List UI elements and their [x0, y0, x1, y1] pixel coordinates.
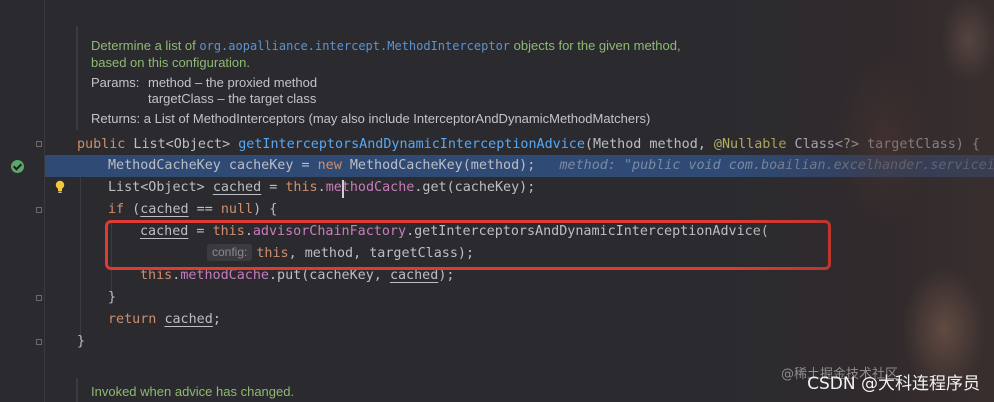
doc-line1-a: Determine a list of [91, 38, 200, 53]
lightbulb-icon[interactable] [54, 180, 66, 194]
l2-call: MethodCacheKey(method); [341, 158, 536, 173]
kw-this: this [285, 180, 318, 195]
doc-param-method: method – the proxied method [148, 75, 318, 90]
sig-method-name[interactable]: getInterceptorsAndDynamicInterceptionAdv… [238, 137, 585, 152]
sig-params-rest: Class<?> targetClass) { [786, 137, 994, 152]
code-line-if-close[interactable]: } [108, 287, 116, 309]
kw-if: if [108, 202, 125, 217]
doc-class-link[interactable]: org.aopalliance.intercept.MethodIntercep… [199, 39, 510, 53]
doc-param-target: targetClass – the target class [148, 91, 317, 106]
l3-rest: .get(cacheKey); [414, 180, 536, 195]
code-line-cachekey[interactable]: MethodCacheKey cacheKey = new MethodCach… [108, 155, 994, 177]
fold-marker-method-end[interactable] [36, 339, 42, 345]
doc-returns-label: Returns: [91, 111, 141, 126]
code-line-get-cached[interactable]: List<Object> cached = this.methodCache.g… [108, 177, 535, 199]
code-line-if[interactable]: if (cached == null) { [108, 199, 277, 221]
debug-inline-value: method: "public void com.boailian.excelh… [559, 158, 994, 173]
l8-brace: } [108, 290, 117, 305]
sig-return-type: List<Object> [125, 137, 239, 152]
watermark-csdn: CSDN @大科连程序员 [807, 374, 980, 394]
l4-open: ( [124, 202, 141, 217]
indent-guide-1 [80, 156, 81, 340]
javadoc-next-method: Invoked when advice has changed. [76, 378, 294, 402]
l7-var-cached: cached [389, 268, 439, 283]
sig-annotation: @Nullable [713, 137, 787, 152]
code-line-return[interactable]: return cached; [108, 309, 221, 331]
fold-marker-if-end[interactable] [36, 295, 42, 301]
code-editor[interactable]: Determine a list of org.aopalliance.inte… [0, 0, 994, 402]
l7-field: methodCache [180, 268, 269, 283]
l4-eq: == [188, 202, 221, 217]
l10-brace: } [77, 334, 86, 349]
kw-public: public [77, 137, 126, 152]
editor-background-image [734, 0, 994, 402]
l4-var-cached: cached [140, 202, 189, 217]
l2-decl: MethodCacheKey cacheKey = [108, 158, 318, 173]
code-line-signature[interactable]: public List<Object> getInterceptorsAndDy… [77, 134, 994, 156]
doc-bottom-text: Invoked when advice has changed. [91, 384, 295, 399]
kw-return: return [108, 312, 157, 327]
kw-null: null [220, 202, 254, 217]
red-highlight-box [105, 220, 831, 270]
doc-params-label: Params: [91, 75, 140, 90]
fold-marker-method[interactable] [36, 141, 42, 147]
l9-var-cached: cached [164, 312, 213, 327]
doc-line2: based on this configuration. [91, 55, 250, 70]
l3-field: methodCache [325, 180, 415, 195]
l3-eq: = [261, 180, 286, 195]
l7-put: .put(cacheKey, [269, 268, 390, 283]
l7-close: ); [438, 268, 455, 283]
kw-this-4: this [140, 268, 173, 283]
gutter-divider [44, 0, 45, 402]
breakpoint-check-icon[interactable] [11, 160, 24, 173]
javadoc-rendered: Determine a list of org.aopalliance.inte… [76, 26, 718, 130]
l3-dot: . [317, 180, 326, 195]
fold-marker-if[interactable] [36, 207, 42, 213]
kw-new: new [317, 158, 342, 173]
doc-returns-text: a List of MethodInterceptors (may also i… [143, 111, 651, 126]
code-line-method-close[interactable]: } [77, 331, 85, 353]
doc-line1-b: objects for the given method, [510, 38, 681, 53]
l4-close: ) { [253, 202, 278, 217]
l3-var-cached: cached [212, 180, 262, 195]
text-caret [342, 180, 344, 198]
sig-params-open: (Method method, [584, 137, 714, 152]
l3-type: List<Object> [108, 180, 213, 195]
